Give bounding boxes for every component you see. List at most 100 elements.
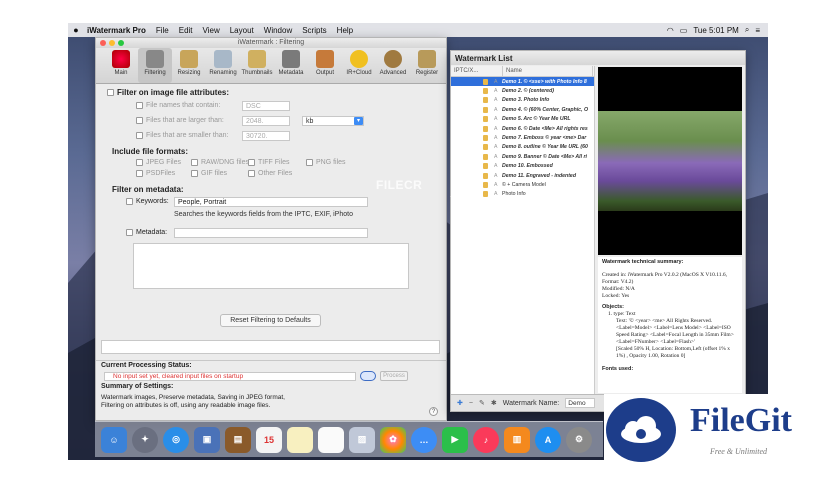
- list-item[interactable]: A Demo 7. Emboss © year <me> Dar: [451, 133, 594, 142]
- wifi-icon[interactable]: ◠: [667, 26, 674, 35]
- reminders-icon[interactable]: [318, 426, 344, 453]
- filtering-window: iWatermark : Filtering Main Filtering Re…: [95, 37, 447, 421]
- edit-icon[interactable]: ✎: [479, 399, 485, 407]
- menu-view[interactable]: View: [198, 26, 225, 35]
- larger-checkbox[interactable]: [136, 117, 143, 124]
- summary-scale: [Scaled 50% H, Location: Bottom,Left (of…: [616, 346, 730, 359]
- other-checkbox[interactable]: [248, 170, 255, 177]
- list-item[interactable]: A Demo 8. outline © Year Me URL (60: [451, 143, 594, 152]
- calendar-icon[interactable]: 15: [256, 426, 282, 453]
- names-checkbox[interactable]: [136, 102, 143, 109]
- smaller-checkbox[interactable]: [136, 132, 143, 139]
- tiff-checkbox[interactable]: [248, 159, 255, 166]
- list-item[interactable]: A © + Camera Model: [451, 180, 594, 189]
- messages-icon[interactable]: …: [411, 426, 437, 453]
- tool-resizing[interactable]: Resizing: [172, 48, 206, 83]
- launchpad-icon[interactable]: ✦: [132, 426, 158, 453]
- list-item[interactable]: A Demo 9. Banner © Date <Me> All ri: [451, 152, 594, 161]
- system-preferences-icon[interactable]: ⚙: [566, 426, 592, 453]
- process-button[interactable]: Process: [380, 371, 408, 381]
- list-item[interactable]: A Demo 4. © (60% Center, Graphic, O: [451, 105, 594, 114]
- tool-renaming[interactable]: Renaming: [206, 48, 240, 83]
- help-icon[interactable]: ?: [429, 407, 438, 416]
- smaller-field[interactable]: 30720.: [242, 131, 290, 141]
- metadata-textarea[interactable]: [133, 243, 409, 289]
- menu-edit[interactable]: Edit: [174, 26, 198, 35]
- rename-icon: [214, 50, 232, 68]
- png-checkbox[interactable]: [306, 159, 313, 166]
- battery-icon[interactable]: ▭: [680, 26, 688, 35]
- menu-app-name[interactable]: iWatermark Pro: [84, 26, 151, 35]
- search-icon[interactable]: ⌕: [745, 25, 749, 35]
- list-item[interactable]: A Demo 2. © (centered): [451, 86, 594, 95]
- menu-file[interactable]: File: [151, 26, 174, 35]
- format-gif: GIF files: [191, 170, 227, 177]
- keywords-field[interactable]: People, Portrait: [174, 197, 368, 207]
- tool-main[interactable]: Main: [104, 48, 138, 83]
- minimize-icon[interactable]: [109, 40, 115, 46]
- photos-icon[interactable]: ✿: [380, 426, 406, 453]
- contacts-icon[interactable]: ▤: [225, 426, 251, 453]
- raw-checkbox[interactable]: [191, 159, 198, 166]
- tool-metadata[interactable]: Metadata: [274, 48, 308, 83]
- zoom-icon[interactable]: [118, 40, 124, 46]
- tool-register[interactable]: Register: [410, 48, 444, 83]
- watermark-name-field[interactable]: Demo: [565, 398, 596, 408]
- reset-filtering-button[interactable]: Reset Filtering to Defaults: [220, 314, 321, 327]
- gear-icon[interactable]: ✱: [491, 399, 497, 407]
- notes-icon[interactable]: [287, 426, 313, 453]
- add-icon[interactable]: ✚: [457, 399, 463, 407]
- menu-window[interactable]: Window: [259, 26, 297, 35]
- tool-output[interactable]: Output: [308, 48, 342, 83]
- screenshot: ● iWatermark Pro File Edit View Layout W…: [0, 0, 836, 484]
- preview-app-icon[interactable]: ▣: [194, 426, 220, 453]
- tool-advanced[interactable]: Advanced: [376, 48, 410, 83]
- summary-fonts: Fonts used:: [602, 366, 634, 372]
- keywords-checkbox[interactable]: [126, 198, 133, 205]
- list-item[interactable]: A Photo Info: [451, 190, 594, 199]
- facetime-icon[interactable]: ▶: [442, 426, 468, 453]
- menu-layout[interactable]: Layout: [225, 26, 259, 35]
- unit-select[interactable]: kb ▾: [302, 116, 364, 126]
- gif-checkbox[interactable]: [191, 170, 198, 177]
- menu-scripts[interactable]: Scripts: [297, 26, 331, 35]
- remove-icon[interactable]: −: [469, 400, 473, 407]
- books-icon[interactable]: ▥: [504, 426, 530, 453]
- cloud-icon: [350, 50, 368, 68]
- list-item[interactable]: A Demo 6. © Date <Me> All rights res: [451, 124, 594, 133]
- metadata-checkbox[interactable]: [126, 229, 133, 236]
- list-item[interactable]: A Demo 10. Embossed: [451, 162, 594, 171]
- preview-image: [598, 111, 742, 211]
- names-field[interactable]: DSC: [242, 101, 290, 111]
- menu-list-icon[interactable]: ≡: [755, 26, 760, 35]
- menu-help[interactable]: Help: [332, 26, 358, 35]
- tool-filtering[interactable]: Filtering: [138, 48, 172, 83]
- col-name[interactable]: Name: [503, 66, 593, 76]
- list-item[interactable]: A Demo 1. © <sse> with Photo Info 8: [451, 77, 594, 87]
- output-icon: [316, 50, 334, 68]
- filter-attributes-checkbox[interactable]: [107, 89, 114, 97]
- safari-icon[interactable]: ◎: [163, 426, 189, 453]
- col-iptc[interactable]: IPTC/X...: [451, 66, 503, 76]
- eye-icon[interactable]: [360, 371, 376, 381]
- filecr-watermark: FILECR .com: [376, 178, 468, 199]
- finder-icon[interactable]: ☺: [101, 426, 127, 453]
- clock[interactable]: Tue 5:01 PM: [693, 26, 739, 35]
- app-store-icon[interactable]: A: [535, 426, 561, 453]
- jpeg-checkbox[interactable]: [136, 159, 143, 166]
- metadata-field[interactable]: [174, 228, 368, 238]
- larger-field[interactable]: 2048.: [242, 116, 290, 126]
- tool-thumbnails[interactable]: Thumbnails: [240, 48, 274, 83]
- status-panel: Current Processing Status: No input set …: [96, 360, 446, 420]
- music-icon[interactable]: ♪: [473, 426, 499, 453]
- close-icon[interactable]: [100, 40, 106, 46]
- apple-icon[interactable]: ●: [68, 25, 84, 35]
- psd-checkbox[interactable]: [136, 170, 143, 177]
- photos-viewer-icon[interactable]: ▨: [349, 426, 375, 453]
- list-item[interactable]: A Demo 5. Arc © Year Me URL: [451, 115, 594, 124]
- tool-ir-cloud[interactable]: IR+Cloud: [342, 48, 376, 83]
- list-item[interactable]: A Demo 3. Photo Info: [451, 96, 594, 105]
- list-item[interactable]: A Demo 11. Engraved - indented: [451, 171, 594, 180]
- filtering-panel: Filter on image file attributes: File na…: [96, 84, 446, 396]
- summary-header: Summary of Settings:: [101, 383, 174, 390]
